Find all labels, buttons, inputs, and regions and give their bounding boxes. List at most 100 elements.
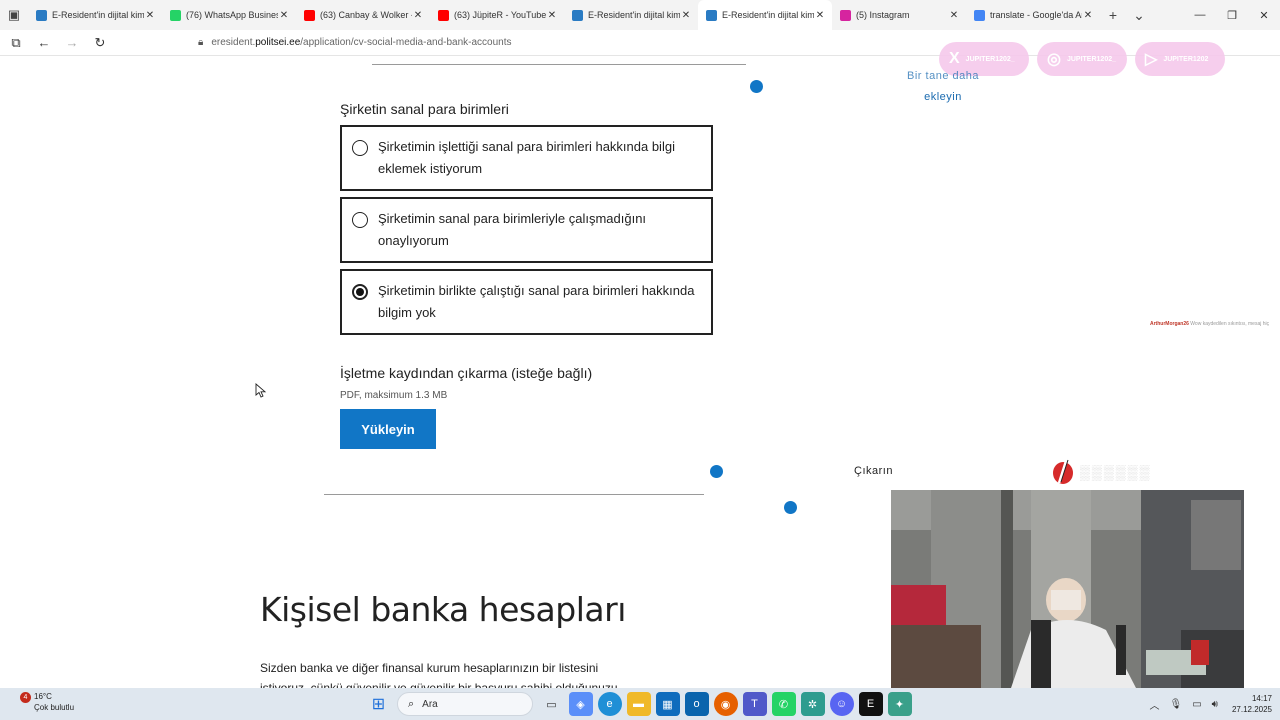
add-more-line2: ekleyin [924, 91, 962, 103]
streamer-logo-wordmark: ▒▒▒▒▒▒ [1080, 464, 1152, 480]
close-window-icon[interactable]: ✕ [1248, 0, 1280, 30]
taskbar-search[interactable]: ⌕ Ara [397, 692, 533, 716]
task-view-icon[interactable]: ▭ [540, 692, 564, 716]
tab-title: (76) WhatsApp Business [186, 10, 278, 20]
firefox-icon[interactable]: ◉ [713, 692, 738, 716]
upload-button[interactable]: Yükleyin [340, 409, 436, 449]
back-icon[interactable]: ← [32, 31, 56, 55]
file-explorer-icon[interactable]: ▬ [626, 692, 651, 716]
browser-tab[interactable]: E-Resident'in dijital kimliği✕ [564, 0, 698, 30]
deregistration-label: İşletme kaydından çıkarma (isteğe bağlı) [340, 365, 593, 381]
tab-title: E-Resident'in dijital kimliği [52, 10, 144, 20]
tab-close-icon[interactable]: ✕ [144, 10, 156, 21]
teams-icon[interactable]: T [742, 692, 767, 716]
search-placeholder: Ara [422, 698, 438, 710]
tray-chevron-icon[interactable]: ︿ [1149, 697, 1159, 712]
outlook-icon[interactable]: o [684, 692, 709, 716]
tab-favicon-icon [170, 9, 181, 21]
address-field[interactable]: 🔒︎ eresident. politsei.ee/application/cv-… [198, 37, 512, 48]
add-more-line1: Bir tane daha [907, 70, 979, 82]
tab-favicon-icon [36, 9, 47, 21]
network-icon[interactable]: ▭ [1192, 699, 1201, 710]
system-tray: ︿ 🎙︎ ▭ 🔊︎ 14:17 27.12.2025 [1139, 688, 1272, 720]
radio-checked-icon[interactable] [352, 284, 368, 300]
crypto-option-label: Şirketimin birlikte çalıştığı sanal para… [378, 283, 695, 320]
youtube-icon: ▷ [1145, 51, 1158, 68]
browser-tab[interactable]: E-Resident'in dijital kimliği✕ [698, 0, 832, 30]
social-handle: JUPITER1202_ [965, 55, 1015, 63]
discord-icon[interactable]: ☺ [829, 692, 854, 716]
weather-badge: 4 [20, 692, 31, 703]
tab-title: translate - Google'da Ara [990, 10, 1082, 20]
instagram-icon: ◎ [1047, 51, 1061, 68]
tab-title: E-Resident'in dijital kimliği [722, 10, 814, 20]
settings-app-icon[interactable]: ✲ [800, 692, 825, 716]
weather-desc: Çok bulutlu [34, 703, 75, 712]
tab-dropdown-icon[interactable]: ⌄ [1126, 7, 1152, 24]
url-host: politsei.ee [255, 37, 301, 48]
browser-tab-bar: ▣ E-Resident'in dijital kimliği✕(76) Wha… [0, 0, 1280, 30]
remove-link[interactable]: Çıkarın [854, 465, 893, 477]
tab-close-icon[interactable]: ✕ [1082, 10, 1094, 21]
restore-icon[interactable]: ❐ [1216, 0, 1248, 30]
weather-widget[interactable]: 4 16°C Çok bulutlu [18, 691, 74, 713]
minimize-icon[interactable]: — [1184, 0, 1216, 30]
new-tab-icon[interactable]: + [1100, 7, 1126, 23]
volume-icon[interactable]: 🔊︎ [1212, 699, 1218, 710]
section-divider [324, 494, 704, 495]
tab-favicon-icon [304, 9, 315, 21]
timeline-dot [750, 80, 763, 93]
mouse-cursor-icon [255, 383, 267, 398]
temperature: 16°C [34, 692, 52, 701]
file-hint: PDF, maksimum 1.3 MB [340, 390, 448, 401]
browser-tab[interactable]: translate - Google'da Ara ✕ [966, 0, 1100, 30]
epic-games-icon[interactable]: E [858, 692, 883, 716]
radio-unchecked-icon[interactable] [352, 140, 368, 156]
clock[interactable]: 14:17 27.12.2025 [1232, 693, 1272, 715]
forward-icon[interactable]: → [60, 31, 84, 55]
copilot-icon[interactable]: ◈ [568, 692, 593, 716]
tab-title: (63) JüpiteR - YouTube [454, 10, 546, 20]
tab-close-icon[interactable]: ✕ [546, 10, 558, 21]
radio-unchecked-icon[interactable] [352, 212, 368, 228]
browser-tab[interactable]: (76) WhatsApp Business ✕ [162, 0, 296, 30]
browser-tab[interactable]: (63) Canbay & Wolker - Ka✕ [296, 0, 430, 30]
webcam-image [891, 490, 1244, 688]
start-menu-icon[interactable]: ⊞ [367, 692, 391, 716]
tab-actions-icon[interactable]: ▣ [0, 0, 28, 30]
tab-favicon-icon [438, 9, 449, 21]
tab-close-icon[interactable]: ✕ [412, 10, 424, 21]
browser-tab[interactable]: E-Resident'in dijital kimliği✕ [28, 0, 162, 30]
crypto-option-3[interactable]: Şirketimin birlikte çalıştığı sanal para… [340, 269, 713, 335]
tab-close-icon[interactable]: ✕ [278, 10, 290, 21]
store-icon[interactable]: ▦ [655, 692, 680, 716]
webcam-overlay [891, 490, 1244, 688]
clock-time: 14:17 [1251, 694, 1272, 703]
workspaces-icon[interactable]: ⧉ [4, 31, 28, 55]
tab-close-icon[interactable]: ✕ [948, 10, 960, 21]
browser-tab[interactable]: (63) JüpiteR - YouTube ✕ [430, 0, 564, 30]
weather-text: 16°C Çok bulutlu [34, 691, 74, 713]
add-more-link[interactable]: Bir tane daha ekleyin [900, 66, 986, 108]
tab-favicon-icon [706, 9, 717, 21]
app-icon[interactable]: ✦ [887, 692, 912, 716]
lock-icon[interactable]: 🔒︎ [198, 37, 203, 48]
url-path: /application/cv-social-media-and-bank-ac… [300, 37, 512, 48]
browser-tab[interactable]: (5) Instagram ✕ [832, 0, 966, 30]
microphone-icon[interactable]: 🎙︎ [1169, 699, 1182, 710]
whatsapp-icon[interactable]: ✆ [771, 692, 796, 716]
crypto-option-1[interactable]: Şirketimin işlettiği sanal para birimler… [340, 125, 713, 191]
tab-close-icon[interactable]: ✕ [680, 10, 692, 21]
search-icon: ⌕ [408, 697, 415, 710]
crypto-option-label: Şirketimin işlettiği sanal para birimler… [378, 139, 675, 176]
tab-favicon-icon [974, 9, 985, 21]
refresh-icon[interactable]: ↻ [88, 31, 112, 55]
window-controls: — ❐ ✕ [1184, 0, 1280, 30]
tab-close-icon[interactable]: ✕ [814, 10, 826, 21]
chat-text: Wow kaydedilen sıkıntısı, mesaj hiç [1190, 321, 1270, 327]
tab-favicon-icon [572, 9, 583, 21]
edge-icon[interactable]: e [597, 692, 622, 716]
tab-title: (5) Instagram [856, 10, 910, 20]
social-handle: JUPITER1202_ [1066, 55, 1116, 63]
crypto-option-2[interactable]: Şirketimin sanal para birimleriyle çalış… [340, 197, 713, 263]
